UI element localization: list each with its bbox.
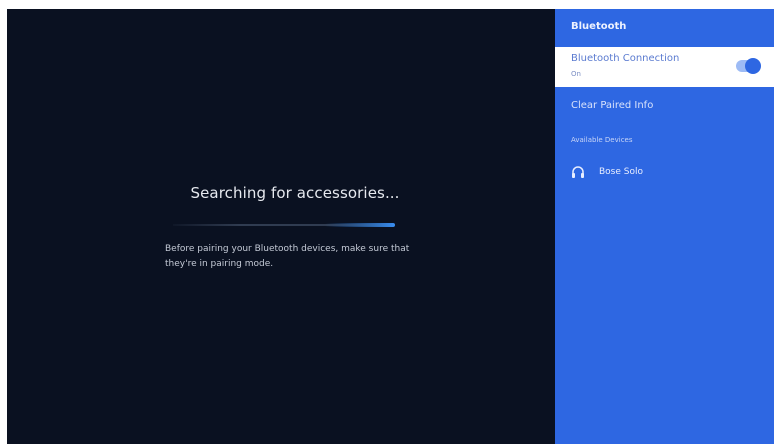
search-title: Searching for accessories...: [190, 184, 400, 202]
device-item[interactable]: Bose Solo: [555, 155, 774, 189]
clear-paired-info-item[interactable]: Clear Paired Info: [555, 87, 774, 125]
panel-title: Bluetooth: [571, 21, 627, 32]
bluetooth-toggle[interactable]: [736, 58, 761, 74]
progress-indicator: [325, 223, 395, 227]
tv-screen: Searching for accessories... Before pair…: [7, 9, 774, 444]
headphones-icon: [572, 166, 584, 178]
device-name: Bose Solo: [599, 167, 643, 177]
search-status: Searching for accessories... Before pair…: [165, 184, 425, 272]
pairing-hint: Before pairing your Bluetooth devices, m…: [165, 244, 410, 269]
bluetooth-connection-label: Bluetooth Connection: [571, 53, 680, 64]
bluetooth-panel: Bluetooth Bluetooth Connection On Clear …: [555, 9, 774, 444]
main-area: Searching for accessories... Before pair…: [7, 9, 555, 444]
available-devices-label: Available Devices: [571, 136, 633, 144]
toggle-knob: [745, 58, 761, 74]
search-progress-bar: [165, 218, 425, 232]
bluetooth-connection-status: On: [571, 70, 581, 78]
bluetooth-connection-item[interactable]: Bluetooth Connection On: [555, 47, 774, 87]
